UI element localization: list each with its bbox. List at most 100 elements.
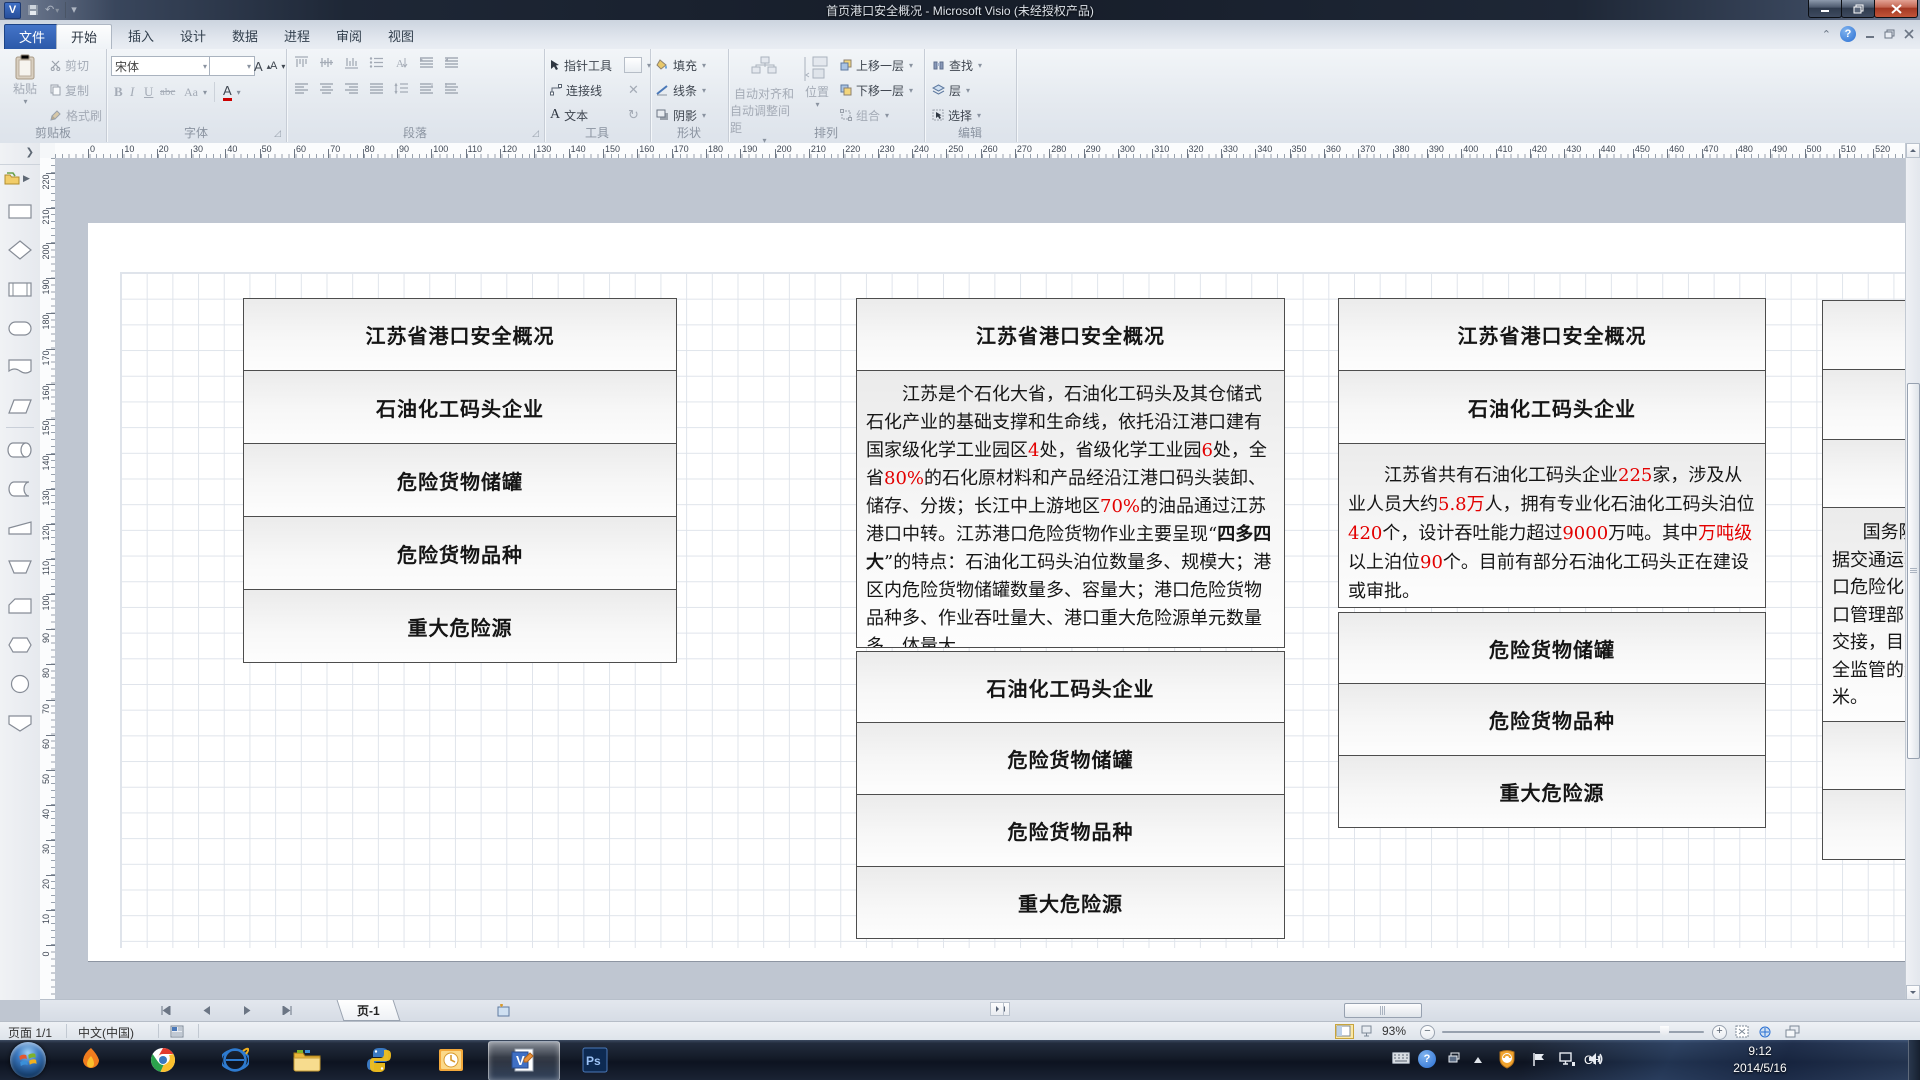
flow-box[interactable]: 石油化工码头企业	[1338, 370, 1766, 444]
flow-box[interactable]	[1822, 789, 1906, 860]
scroll-right-button[interactable]	[990, 1002, 1004, 1016]
flow-box[interactable]	[1822, 369, 1906, 440]
macro-record-icon[interactable]	[170, 1025, 185, 1038]
flow-box[interactable]: 重大危险源	[243, 589, 677, 663]
flow-box[interactable]: 危险货物储罐	[856, 722, 1285, 795]
help-icon[interactable]: ?	[1840, 26, 1856, 42]
scroll-up-button[interactable]	[1906, 143, 1920, 158]
shape-circle[interactable]	[0, 664, 40, 703]
zoom-out-button[interactable]: −	[1420, 1025, 1435, 1040]
taskbar-button-photoshop[interactable]: Ps	[560, 1041, 630, 1079]
text-tool-button[interactable]: A 文本	[550, 105, 588, 125]
show-desktop-button[interactable]	[1908, 1040, 1920, 1080]
drawing-canvas[interactable]: 江苏省港口安全概况石油化工码头企业危险货物储罐危险货物品种重大危险源江苏省港口安…	[55, 158, 1906, 1000]
tab-开始[interactable]: 开始	[56, 24, 112, 50]
shape-off-page-reference[interactable]	[0, 703, 40, 742]
cut-button[interactable]: 剪切	[50, 55, 89, 75]
scroll-down-button[interactable]	[1906, 985, 1920, 1000]
position-button[interactable]: 位置▾	[800, 55, 834, 109]
flow-box[interactable]: 石油化工码头企业	[856, 651, 1285, 723]
font-color-button[interactable]: A▾	[214, 82, 241, 102]
tab-审阅[interactable]: 审阅	[322, 24, 376, 49]
shape-hexagon[interactable]	[0, 625, 40, 664]
save-icon[interactable]	[27, 4, 39, 16]
paste-button[interactable]: 粘贴▾	[6, 54, 44, 106]
fullscreen-view-toggle[interactable]	[1335, 1024, 1354, 1039]
grow-font-button[interactable]: A▴	[254, 56, 271, 76]
fit-page-to-window-icon[interactable]	[1735, 1025, 1750, 1038]
taskbar-button-visio[interactable]: V	[488, 1041, 560, 1080]
strikethrough-button[interactable]: abc	[160, 82, 175, 102]
shape-stored-data[interactable]	[0, 469, 40, 508]
tab-插入[interactable]: 插入	[114, 24, 168, 49]
page-tab[interactable]: 页-1	[337, 1000, 400, 1021]
tray-window-icon[interactable]	[1448, 1052, 1460, 1064]
text-box[interactable]: 江苏是个石化大省，石油化工码头及其仓储式石化产业的基础支撑和生命线，依托沿江港口…	[856, 370, 1285, 648]
doc-minimize-icon[interactable]	[1865, 30, 1875, 39]
indent-increase-icon[interactable]	[419, 56, 434, 69]
paragraph-indent-left-icon[interactable]	[419, 82, 434, 95]
taskbar-button-windows-explorer[interactable]	[272, 1041, 342, 1079]
justify-icon[interactable]	[369, 82, 384, 95]
qat-customize-icon[interactable]: ▾	[65, 2, 77, 18]
tab-进程[interactable]: 进程	[270, 24, 324, 49]
security-shield-icon[interactable]	[1498, 1049, 1516, 1069]
shapes-panel-expand-button[interactable]: ❯	[0, 143, 40, 165]
open-stencil-icon[interactable]	[4, 172, 20, 185]
flow-box[interactable]	[1822, 721, 1906, 790]
indent-decrease-icon[interactable]	[444, 56, 459, 69]
line-spacing-icon[interactable]	[394, 82, 409, 95]
next-page-button[interactable]	[234, 1003, 260, 1018]
text-box[interactable]: 江苏省共有石油化工码头企业225家，涉及从业人员大约5.8万人，拥有专业化石油化…	[1338, 443, 1766, 608]
flow-box[interactable]: 危险货物储罐	[243, 443, 677, 517]
connection-point-button[interactable]: ✕	[628, 80, 639, 100]
send-backward-button[interactable]: 下移一层▾	[840, 80, 913, 100]
show-hidden-icons-button[interactable]	[1472, 1056, 1484, 1064]
align-right-icon[interactable]	[344, 82, 359, 95]
align-top-icon[interactable]	[294, 56, 309, 69]
shape-subprocess[interactable]	[0, 269, 40, 308]
align-middle-icon[interactable]	[319, 56, 334, 69]
bring-forward-button[interactable]: 上移一层▾	[840, 55, 913, 75]
text-box-clipped[interactable]: 国务院新《据交通运输部和口危险化学品安口管理部门与安交接，目前江苏全监管的危险货…	[1822, 507, 1906, 722]
shape-cylinder-horizontal[interactable]	[0, 430, 40, 469]
change-case-button[interactable]: Aa▾	[184, 82, 207, 102]
vertical-scrollbar[interactable]	[1905, 143, 1920, 1000]
find-button[interactable]: 查找▾	[932, 55, 982, 75]
horizontal-scroll-thumb[interactable]	[1344, 1003, 1422, 1018]
text-direction-icon[interactable]: A	[394, 56, 409, 69]
previous-page-button[interactable]	[193, 1003, 219, 1018]
fill-button[interactable]: 填充▾	[656, 55, 706, 75]
zoom-slider-thumb[interactable]	[1660, 1026, 1669, 1037]
bold-button[interactable]: B	[114, 82, 123, 102]
action-center-flag-icon[interactable]	[1532, 1052, 1546, 1067]
last-page-button[interactable]	[275, 1003, 301, 1018]
taskbar-button-outlook[interactable]	[416, 1041, 486, 1079]
taskbar-button-python[interactable]	[344, 1041, 414, 1079]
zoom-in-button[interactable]: +	[1712, 1025, 1727, 1040]
close-button[interactable]	[1874, 0, 1918, 18]
pan-zoom-window-icon[interactable]	[1360, 1025, 1375, 1038]
tab-设计[interactable]: 设计	[166, 24, 220, 49]
shape-document[interactable]	[0, 347, 40, 386]
select-button[interactable]: 选择▾	[932, 105, 981, 125]
shape-terminator[interactable]	[0, 308, 40, 347]
bullets-icon[interactable]	[369, 56, 384, 69]
taskbar-button-chrome[interactable]	[128, 1041, 198, 1079]
format-painter-button[interactable]: 格式刷	[50, 105, 102, 125]
flow-box[interactable]: 危险货物品种	[243, 516, 677, 590]
align-center-icon[interactable]	[319, 82, 334, 95]
shape-diamond[interactable]	[0, 230, 40, 269]
shrink-font-button[interactable]: A▾	[270, 56, 285, 76]
underline-button[interactable]: U	[144, 82, 153, 102]
shape-manual-operation[interactable]	[0, 547, 40, 586]
volume-icon[interactable]	[1588, 1052, 1604, 1066]
minimize-button[interactable]	[1808, 0, 1842, 18]
status-page-indicator[interactable]: 页面 1/1	[8, 1024, 52, 1041]
align-bottom-icon[interactable]	[344, 56, 359, 69]
flow-box[interactable]: 危险货物储罐	[1338, 612, 1766, 684]
undo-icon[interactable]: ↶▾	[45, 2, 59, 19]
layers-button[interactable]: 层▾	[932, 80, 970, 100]
align-left-icon[interactable]	[294, 82, 309, 95]
shape-trapezoid[interactable]	[0, 508, 40, 547]
